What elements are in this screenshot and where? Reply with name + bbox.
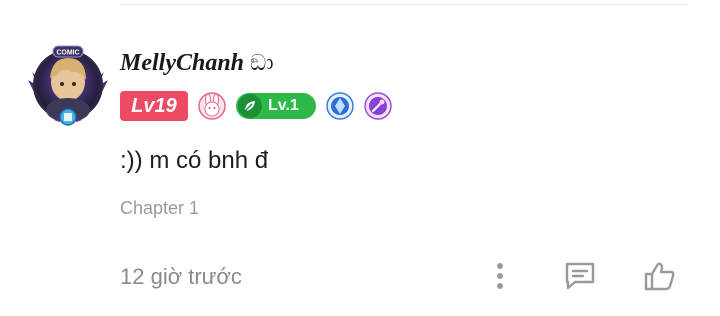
reply-button[interactable] — [560, 256, 600, 296]
like-icon — [644, 262, 675, 291]
more-vertical-icon — [497, 263, 503, 289]
badges-row: Lv19 Lv.1 — [120, 91, 392, 121]
comment-text: :)) m có bnh đ — [120, 147, 269, 174]
magic-badge-icon — [364, 92, 392, 120]
avatar[interactable]: COMIC — [28, 44, 108, 126]
leaf-icon — [238, 94, 262, 118]
top-divider — [120, 4, 688, 5]
level2-label: Lv.1 — [268, 97, 299, 114]
like-button[interactable] — [640, 256, 680, 296]
username-text[interactable]: MellyChanh — [120, 50, 244, 76]
avatar-frame-label: COMIC — [56, 50, 79, 57]
reply-icon — [565, 262, 595, 290]
username[interactable]: MellyChanh ඞා — [120, 50, 274, 77]
crystal-badge-icon — [326, 92, 354, 120]
bunny-badge-icon — [198, 92, 226, 120]
level-badge: Lv19 — [120, 91, 188, 121]
more-options-button[interactable] — [488, 256, 512, 296]
chapter-link[interactable]: Chapter 1 — [120, 198, 199, 219]
level2-badge: Lv.1 — [236, 93, 316, 119]
timestamp: 12 giờ trước — [120, 264, 242, 289]
username-suffix: ඞා — [250, 51, 274, 76]
